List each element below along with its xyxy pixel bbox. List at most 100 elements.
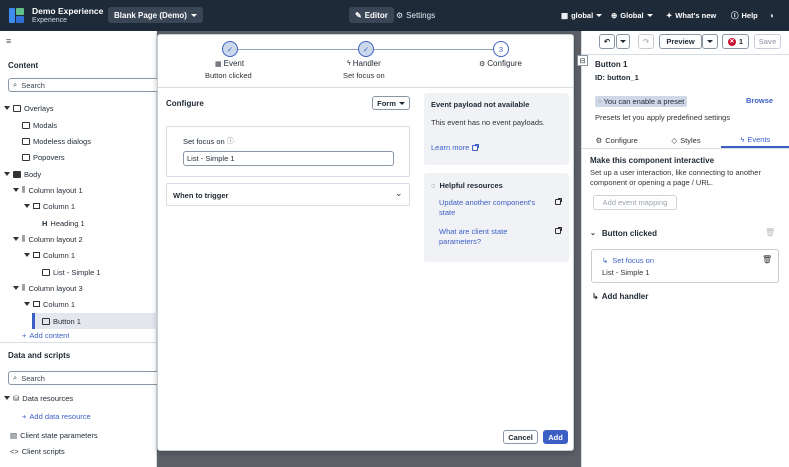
expand-icon[interactable] <box>13 237 19 241</box>
dialog-icon <box>22 137 30 145</box>
chevron-down-icon: ⌄ <box>395 188 403 198</box>
menu-icon[interactable]: ≡ <box>6 36 11 46</box>
add-button[interactable]: Add <box>543 430 568 444</box>
contrast-icon: ◑ <box>769 10 774 20</box>
browse-link[interactable]: Browse <box>746 96 773 105</box>
step-2-sub: Set focus on <box>343 71 385 80</box>
popover-icon <box>22 153 30 161</box>
editor-label: Editor <box>364 10 388 20</box>
add-content-link[interactable]: + Add content <box>22 330 69 340</box>
tree-item-label: Column 1 <box>43 299 76 309</box>
panel-toggle-icon[interactable]: ⊟ <box>577 55 588 66</box>
resource-link-1[interactable]: Update another component's state <box>439 198 539 218</box>
expand-icon[interactable] <box>24 302 30 306</box>
expand-icon[interactable] <box>4 106 10 110</box>
preset-description: Presets let you apply predefined setting… <box>595 113 731 122</box>
tab-label: Styles <box>680 135 701 145</box>
tree-item-label: Body <box>24 169 42 179</box>
helpful-title-row: ◌ Helpful resources <box>431 181 503 190</box>
tree-item-overlays[interactable]: Overlays <box>4 100 54 116</box>
set-focus-input[interactable]: List - Simple 1 <box>183 151 394 166</box>
expand-icon[interactable] <box>24 204 30 208</box>
undo-button[interactable]: ↶ <box>599 34 615 49</box>
tree-item-label: Column layout 1 <box>28 185 83 195</box>
left-panel: ≡ Content ⌕ Search Overlays Modals Model… <box>0 31 168 467</box>
expand-icon[interactable] <box>13 286 19 290</box>
gear-icon: ⚙ <box>396 10 404 20</box>
page-select-label: Blank Page (Demo) <box>114 10 187 20</box>
tree-item-client-scripts[interactable]: <> Client scripts <box>10 443 65 459</box>
preset-icon: ◌ <box>598 98 602 105</box>
save-button[interactable]: Save <box>754 34 781 49</box>
editor-button[interactable]: ✎ Editor <box>349 7 394 23</box>
tree-item-popovers[interactable]: Popovers <box>22 149 65 165</box>
tree-item-label: List - Simple 1 <box>53 267 101 277</box>
expand-icon[interactable] <box>4 396 10 400</box>
palette-icon: ◇ <box>671 135 678 145</box>
add-event-mapping-button[interactable]: Add event mapping <box>593 195 677 210</box>
inspector-tabs: ⚙ Configure ◇ Styles ϟ Events <box>582 132 789 149</box>
handler-name: Set focus on <box>612 256 654 265</box>
lightning-icon: ϟ <box>740 134 745 144</box>
learn-more-link[interactable]: Learn more <box>431 143 480 152</box>
add-data-resource-link[interactable]: + Add data resource <box>22 408 91 424</box>
step-2-check-icon: ✓ <box>358 41 374 57</box>
tree-item-column-layout-2[interactable]: ⫼ Column layout 2 <box>13 231 83 247</box>
expand-icon[interactable] <box>13 188 19 192</box>
undo-menu-button[interactable] <box>616 34 630 49</box>
preview-menu-button[interactable] <box>702 34 718 49</box>
tree-item-button-1[interactable]: Button 1 <box>42 313 81 329</box>
when-to-trigger-section[interactable]: When to trigger ⌄ <box>166 183 410 206</box>
error-button[interactable]: ✕ 1 <box>722 34 749 49</box>
tab-events[interactable]: ϟ Events <box>720 132 789 148</box>
interactive-title: Make this component interactive <box>590 156 715 165</box>
tree-item-list-simple-1[interactable]: List - Simple 1 <box>42 264 101 280</box>
tree-item-column-layout-1[interactable]: ⫼ Column layout 1 <box>13 182 83 198</box>
app-subtitle: Experience <box>32 17 68 24</box>
tree-item-label: Popovers <box>33 152 65 162</box>
cancel-button[interactable]: Cancel <box>503 430 538 444</box>
scope-select[interactable]: ▦ global <box>561 7 603 23</box>
help-button[interactable]: ⓘ Help <box>731 7 758 23</box>
tab-styles[interactable]: ◇ Styles <box>651 132 720 148</box>
resource-link-2[interactable]: What are client state parameters? <box>439 227 539 247</box>
tree-item-modeless-dialogs[interactable]: Modeless dialogs <box>22 133 91 149</box>
tree-item-heading-1[interactable]: H Heading 1 <box>42 215 85 231</box>
component-id: ID: button_1 <box>595 73 639 82</box>
form-select[interactable]: Form <box>372 96 410 110</box>
add-handler-button[interactable]: ↳ Add handler <box>592 292 648 301</box>
helpful-title: Helpful resources <box>439 181 503 190</box>
tree-item-modals[interactable]: Modals <box>22 117 57 133</box>
expand-icon[interactable] <box>24 253 30 257</box>
tab-configure[interactable]: ⚙ Configure <box>582 132 651 148</box>
theme-toggle[interactable]: ◑ <box>769 7 774 23</box>
redo-button[interactable]: ↷ <box>638 34 654 49</box>
delete-handler-icon[interactable]: 🗑 <box>762 255 772 264</box>
expand-icon[interactable] <box>4 172 10 176</box>
lightbulb-icon: ◌ <box>431 181 436 190</box>
tree-item-body[interactable]: Body <box>4 166 41 182</box>
modal-divider <box>158 87 573 88</box>
event-header[interactable]: ⌄ Button clicked <box>590 227 780 239</box>
right-toolbar: ⊟ ↶ ↷ Preview ✕ 1 Save <box>577 31 789 66</box>
data-scripts-title: Data and scripts <box>8 351 71 360</box>
content-search-input[interactable]: ⌕ Search <box>8 78 168 92</box>
delete-event-icon[interactable]: 🗑 <box>765 228 775 237</box>
handler-card[interactable]: ↳ Set focus on List - Simple 1 🗑 <box>591 249 779 283</box>
data-search-input[interactable]: ⌕ Search <box>8 371 168 385</box>
whats-new-button[interactable]: ✦ What's new <box>666 7 716 23</box>
settings-button[interactable]: ⚙ Settings <box>396 7 435 23</box>
page-select[interactable]: Blank Page (Demo) <box>108 7 203 23</box>
tree-item-column-1c[interactable]: Column 1 <box>24 296 75 312</box>
add-label: Add <box>548 432 563 442</box>
tree-item-column-layout-3[interactable]: ⫼ Column layout 3 <box>13 280 83 296</box>
lightning-icon: ϟ <box>347 60 351 67</box>
global-menu[interactable]: ⊕ Global <box>611 7 653 23</box>
tree-item-data-resources[interactable]: ⛁ Data resources <box>4 390 73 406</box>
tree-item-client-state[interactable]: ▤ Client state parameters <box>10 427 98 443</box>
chevron-down-icon <box>707 40 713 43</box>
tree-item-column-1b[interactable]: Column 1 <box>24 247 75 263</box>
set-focus-value: List - Simple 1 <box>187 154 235 163</box>
tree-item-column-1a[interactable]: Column 1 <box>24 198 75 214</box>
preview-button[interactable]: Preview <box>659 34 702 49</box>
